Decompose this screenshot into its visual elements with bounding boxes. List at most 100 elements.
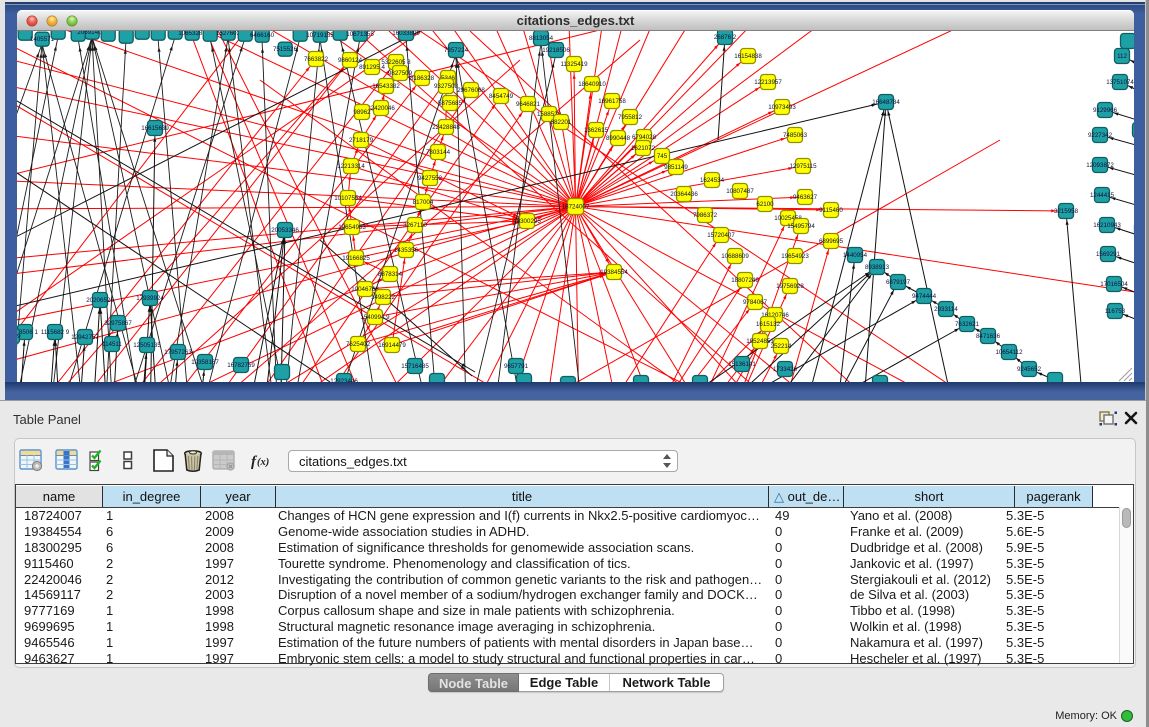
svg-text:745: 745 <box>657 153 668 160</box>
svg-text:11325419: 11325419 <box>560 61 588 68</box>
svg-text:6466160: 6466160 <box>250 32 275 39</box>
svg-text:22428848: 22428848 <box>432 124 460 131</box>
svg-text:16782759: 16782759 <box>227 362 255 369</box>
svg-text:12213957: 12213957 <box>754 79 782 86</box>
svg-text:9327508: 9327508 <box>434 83 459 90</box>
svg-text:9463627: 9463627 <box>793 194 818 201</box>
svg-text:15720407: 15720407 <box>707 232 735 239</box>
svg-text:18807249: 18807249 <box>731 277 759 284</box>
svg-text:10807487: 10807487 <box>726 188 754 195</box>
svg-text:5875685: 5875685 <box>438 100 463 107</box>
svg-text:7803144: 7803144 <box>426 149 451 156</box>
svg-text:8471636: 8471636 <box>976 333 1001 340</box>
svg-text:17016504: 17016504 <box>1100 281 1128 288</box>
svg-text:8186328: 8186328 <box>410 75 435 82</box>
svg-text:16210943: 16210943 <box>1093 222 1121 229</box>
svg-text:8938913: 8938913 <box>865 264 890 271</box>
svg-text:116753: 116753 <box>1105 308 1126 315</box>
svg-text:15495794: 15495794 <box>787 223 815 230</box>
svg-text:9115460: 9115460 <box>819 207 843 214</box>
svg-text:10973493: 10973493 <box>768 104 796 111</box>
svg-text:10688609: 10688609 <box>721 253 749 260</box>
svg-text:12213314: 12213314 <box>337 163 365 170</box>
svg-text:10671355: 10671355 <box>346 31 374 38</box>
svg-text:18724007: 18724007 <box>562 204 590 211</box>
svg-text:17957263: 17957263 <box>164 349 192 356</box>
svg-text:16615639: 16615639 <box>141 125 169 132</box>
svg-text:9860124: 9860124 <box>338 57 363 64</box>
svg-text:1624534: 1624534 <box>700 177 725 184</box>
svg-text:29676068: 29676068 <box>457 87 485 94</box>
svg-text:1244415: 1244415 <box>1090 192 1115 199</box>
svg-text:1527602: 1527602 <box>216 31 241 37</box>
svg-text:9245652: 9245652 <box>1017 366 1042 373</box>
svg-text:10107554: 10107554 <box>334 195 362 202</box>
svg-text:3215958: 3215958 <box>1054 208 1079 215</box>
svg-text:18300295: 18300295 <box>513 218 541 225</box>
svg-text:9851149: 9851149 <box>664 164 688 171</box>
svg-text:1615132: 1615132 <box>756 321 781 328</box>
svg-text:1440954: 1440954 <box>843 252 868 259</box>
svg-text:8990448: 8990448 <box>606 135 631 142</box>
svg-text:2933114: 2933114 <box>934 306 958 313</box>
svg-text:16961758: 16961758 <box>598 98 626 105</box>
svg-text:1540994 9: 1540994 9 <box>360 314 390 321</box>
svg-text:19384554: 19384554 <box>600 269 628 276</box>
svg-text:7986372: 7986372 <box>693 212 718 219</box>
svg-text:98962: 98962 <box>353 109 371 116</box>
svg-text:32975867: 32975867 <box>104 320 132 327</box>
svg-text:12093872: 12093872 <box>1086 162 1114 169</box>
svg-text:7632621: 7632621 <box>955 321 980 328</box>
svg-text:19654963: 19654963 <box>338 224 366 231</box>
svg-text:12505135: 12505135 <box>133 342 161 349</box>
svg-text:7625402: 7625402 <box>346 341 371 348</box>
svg-text:7485063: 7485063 <box>783 132 808 139</box>
svg-text:1733426: 1733426 <box>773 366 798 373</box>
svg-text:20053346: 20053346 <box>271 227 299 234</box>
svg-text:6899695: 6899695 <box>819 238 844 245</box>
svg-text:7663822: 7663822 <box>304 56 329 63</box>
svg-text:10654112: 10654112 <box>995 349 1023 356</box>
svg-text:18640910: 18640910 <box>578 81 606 88</box>
svg-text:62100: 62100 <box>756 201 774 208</box>
svg-text:9129966: 9129966 <box>1093 107 1118 114</box>
svg-text:16543382: 16543382 <box>372 83 400 90</box>
svg-text:16648784: 16648784 <box>872 99 900 106</box>
svg-text:19358167: 19358167 <box>191 359 219 366</box>
svg-text:1569291: 1569291 <box>1096 251 1121 258</box>
svg-text:15716485: 15716485 <box>401 363 429 370</box>
svg-text:1362615: 1362615 <box>584 127 609 134</box>
svg-text:15136141: 15136141 <box>728 361 756 368</box>
svg-text:19218506: 19218506 <box>542 47 570 54</box>
svg-text:6879197: 6879197 <box>886 279 911 286</box>
svg-text:8454749: 8454749 <box>489 93 514 100</box>
svg-text:12942757: 12942757 <box>71 334 99 341</box>
svg-text:10719155: 10719155 <box>306 32 334 39</box>
svg-text:(x): (x) <box>257 457 269 468</box>
svg-text:7955812: 7955812 <box>618 114 643 121</box>
svg-text:12975115: 12975115 <box>789 163 817 170</box>
svg-text:9827509: 9827509 <box>388 70 413 77</box>
svg-text:1435356: 1435356 <box>394 247 419 254</box>
svg-text:882201: 882201 <box>551 119 572 126</box>
svg-text:817004: 817004 <box>413 199 434 206</box>
svg-text:9427552: 9427552 <box>418 175 443 182</box>
svg-text:8878314: 8878314 <box>378 271 403 278</box>
svg-text:22420046: 22420046 <box>367 105 395 112</box>
svg-text:252214: 252214 <box>771 343 792 350</box>
svg-text:20364436: 20364436 <box>670 191 698 198</box>
svg-text:19654923: 19654923 <box>781 253 809 260</box>
svg-text:1115682 9: 1115682 9 <box>41 329 70 336</box>
svg-text:9784067: 9784067 <box>743 299 768 306</box>
svg-text:19756928: 19756928 <box>776 283 804 290</box>
svg-text:13751074: 13751074 <box>1106 79 1134 86</box>
svg-text:16033809: 16033809 <box>392 31 420 37</box>
svg-text:16914479: 16914479 <box>378 342 406 349</box>
svg-text:1621072: 1621072 <box>631 145 656 152</box>
svg-text:112: 112 <box>1117 53 1127 60</box>
svg-text:10653287: 10653287 <box>178 31 206 37</box>
svg-text:12923446: 12923446 <box>330 378 358 382</box>
svg-text:7357224: 7357224 <box>444 47 469 54</box>
svg-text:9474444: 9474444 <box>912 293 937 300</box>
svg-text:9657791: 9657791 <box>504 363 529 370</box>
